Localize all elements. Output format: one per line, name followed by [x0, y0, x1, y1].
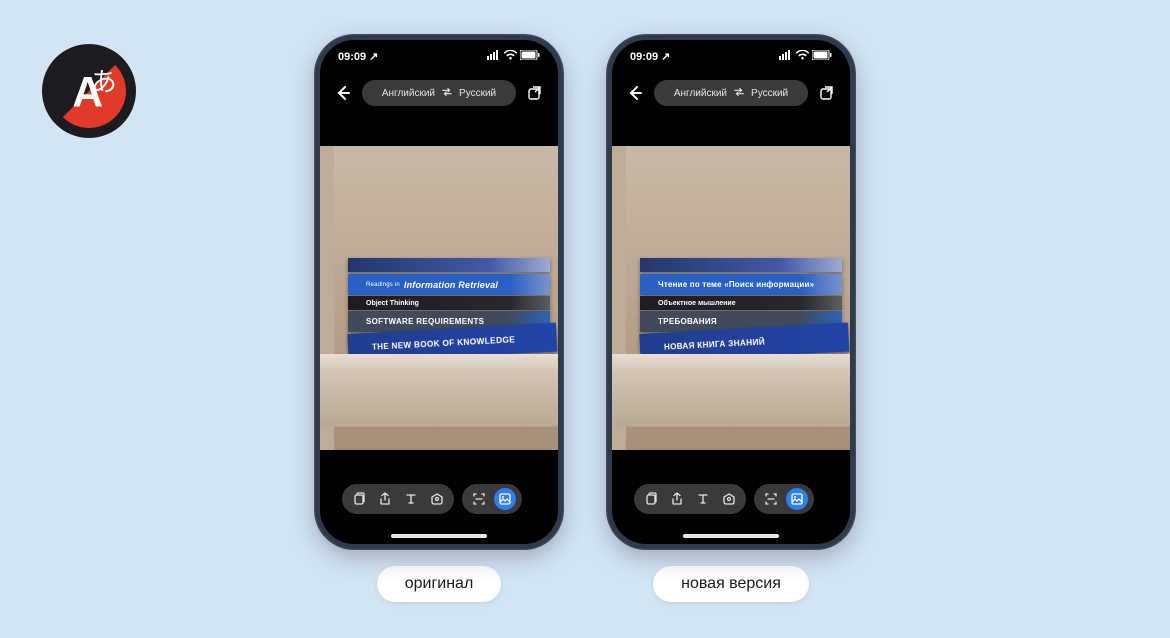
battery-icon — [812, 50, 832, 63]
tag-button[interactable] — [426, 488, 448, 510]
toolbar — [634, 484, 828, 514]
phone-original: 09:09 ↗ Английский — [314, 34, 564, 602]
caption-original: оригинал — [377, 566, 502, 602]
swap-icon — [733, 86, 745, 101]
book-spine — [640, 258, 842, 272]
photo-viewport[interactable]: Readings in Information Retrieval Object… — [320, 146, 558, 450]
tag-button[interactable] — [718, 488, 740, 510]
language-selector[interactable]: Английский Русский — [654, 80, 808, 106]
share-button[interactable] — [666, 488, 688, 510]
nav-bar: Английский Русский — [624, 80, 838, 106]
book-spine: Readings in Information Retrieval — [348, 274, 550, 295]
copy-button[interactable] — [640, 488, 662, 510]
tool-group-right — [462, 484, 522, 514]
lang-from: Английский — [674, 88, 727, 99]
swap-icon — [441, 86, 453, 101]
lang-to: Русский — [459, 88, 496, 99]
phone-translated: 09:09 ↗ Английский — [606, 34, 856, 602]
book-spine: Объектное мышление — [640, 296, 842, 310]
phone-frame: 09:09 ↗ Английский — [606, 34, 856, 550]
photo-viewport[interactable]: Чтение по теме «Поиск информации» Объект… — [612, 146, 850, 450]
signal-icon — [779, 50, 793, 63]
wifi-icon — [796, 50, 809, 63]
share-button[interactable] — [374, 488, 396, 510]
book-spine — [348, 258, 550, 272]
image-button[interactable] — [786, 488, 808, 510]
toolbar — [342, 484, 536, 514]
nav-bar: Английский Русский — [332, 80, 546, 106]
lang-from: Английский — [382, 88, 435, 99]
location-icon: ↗ — [369, 50, 378, 63]
wifi-icon — [504, 50, 517, 63]
language-selector[interactable]: Английский Русский — [362, 80, 516, 106]
phone-notch — [389, 40, 489, 62]
status-time: 09:09 — [338, 51, 366, 63]
signal-icon — [487, 50, 501, 63]
tool-group-right — [754, 484, 814, 514]
text-button[interactable] — [400, 488, 422, 510]
location-icon: ↗ — [661, 50, 670, 63]
new-window-button[interactable] — [524, 82, 546, 104]
status-time: 09:09 — [630, 51, 658, 63]
caption-translated: новая версия — [653, 566, 809, 602]
phone-notch — [681, 40, 781, 62]
new-window-button[interactable] — [816, 82, 838, 104]
copy-button[interactable] — [348, 488, 370, 510]
book-spine: Object Thinking — [348, 296, 550, 310]
back-button[interactable] — [332, 82, 354, 104]
tool-group-left — [634, 484, 746, 514]
scan-button[interactable] — [468, 488, 490, 510]
home-indicator[interactable] — [683, 534, 779, 538]
back-button[interactable] — [624, 82, 646, 104]
phone-frame: 09:09 ↗ Английский — [314, 34, 564, 550]
scan-button[interactable] — [760, 488, 782, 510]
book-spine: Чтение по теме «Поиск информации» — [640, 274, 842, 295]
image-button[interactable] — [494, 488, 516, 510]
home-indicator[interactable] — [391, 534, 487, 538]
lang-to: Русский — [751, 88, 788, 99]
battery-icon — [520, 50, 540, 63]
text-button[interactable] — [692, 488, 714, 510]
tool-group-left — [342, 484, 454, 514]
